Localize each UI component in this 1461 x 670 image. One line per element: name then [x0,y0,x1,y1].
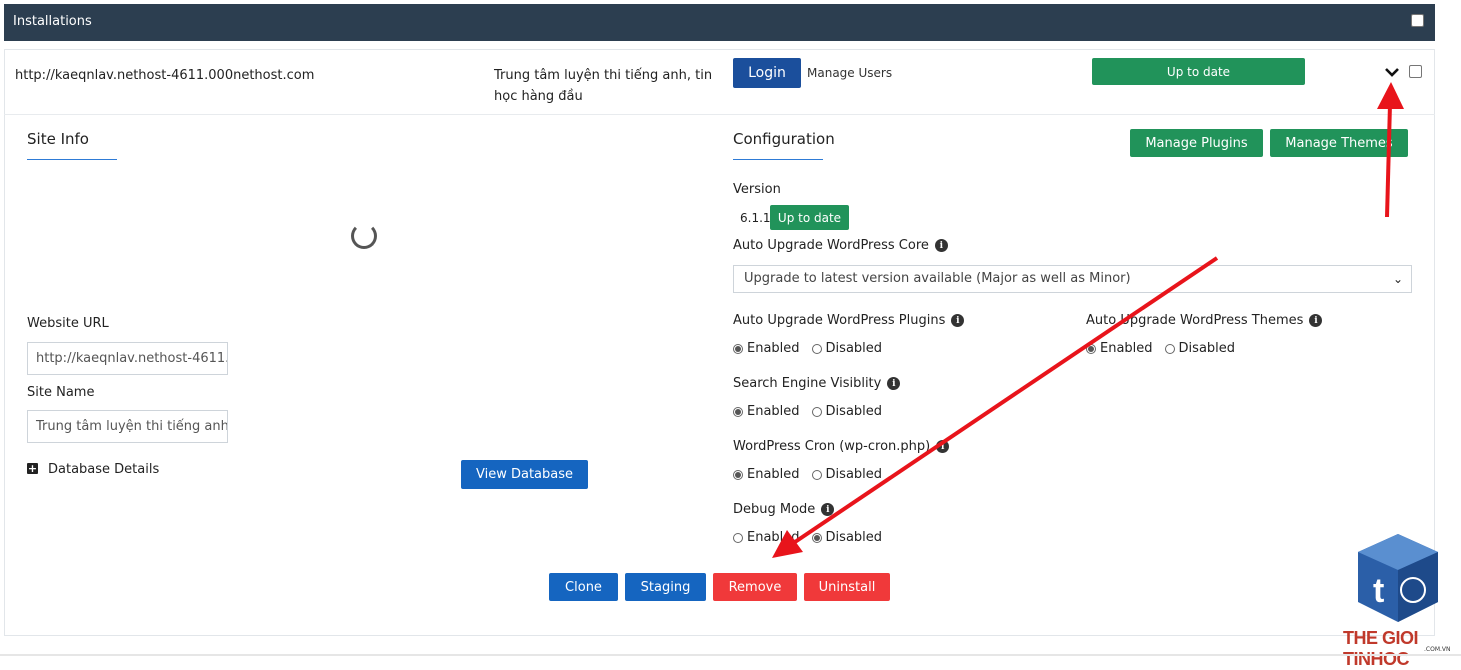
plugins-enabled-radio[interactable] [733,343,743,354]
configuration-title: Configuration [733,130,835,148]
svg-text:t: t [1373,572,1384,610]
search-engine-enabled-radio[interactable] [733,406,743,417]
version-status-badge: Up to date [770,205,849,230]
website-url-input[interactable]: http://kaeqnlav.nethost-4611.000nethost.… [27,342,228,375]
login-button[interactable]: Login [733,58,801,88]
auto-upgrade-core-selected: Upgrade to latest version available (Maj… [744,271,1131,286]
select-all-checkbox[interactable] [1411,14,1424,27]
row-divider [4,114,1435,115]
info-icon[interactable]: i [951,314,965,327]
auto-upgrade-plugins-label: Auto Upgrade WordPress Plugins i [733,313,965,328]
manage-themes-button[interactable]: Manage Themes [1270,129,1408,157]
enabled-label: Enabled [1100,341,1153,356]
auto-upgrade-themes-text: Auto Upgrade WordPress Themes [1086,313,1304,328]
site-info-underline [27,159,117,160]
wp-cron-radio-group: Enabled Disabled [733,467,882,482]
auto-upgrade-core-text: Auto Upgrade WordPress Core [733,238,929,253]
auto-upgrade-core-label: Auto Upgrade WordPress Core i [733,238,948,253]
themes-enabled-radio[interactable] [1086,343,1096,354]
auto-upgrade-themes-label: Auto Upgrade WordPress Themes i [1086,313,1323,328]
debug-mode-text: Debug Mode [733,502,816,517]
auto-upgrade-plugins-text: Auto Upgrade WordPress Plugins [733,313,946,328]
plugins-radio-group: Enabled Disabled [733,341,882,356]
installations-header: Installations [4,4,1435,41]
version-label: Version [733,182,781,197]
site-name-label: Site Name [27,385,95,400]
uninstall-button[interactable]: Uninstall [804,573,890,601]
enabled-label: Enabled [747,341,800,356]
install-description: Trung tâm luyện thi tiếng anh, tin học h… [494,68,713,104]
themes-disabled-radio[interactable] [1164,343,1175,354]
debug-enabled-radio[interactable] [733,532,743,543]
plugins-disabled-radio[interactable] [811,343,822,354]
disabled-label: Disabled [825,404,883,419]
database-details-toggle[interactable]: Database Details [48,462,159,477]
status-badge: Up to date [1092,58,1305,85]
install-url[interactable]: http://kaeqnlav.nethost-4611.000nethost.… [15,68,314,83]
wp-cron-label: WordPress Cron (wp-cron.php) i [733,439,950,454]
remove-button[interactable]: Remove [713,573,797,601]
info-icon[interactable]: i [1309,314,1323,327]
disabled-label: Disabled [825,530,883,545]
search-engine-label: Search Engine Visiblity i [733,376,901,391]
debug-mode-label: Debug Mode i [733,502,835,517]
enabled-label: Enabled [747,530,800,545]
disabled-label: Disabled [1178,341,1236,356]
site-name-input[interactable]: Trung tâm luyện thi tiếng anh, tin học h… [27,410,228,443]
info-icon[interactable]: i [934,239,948,252]
manage-users-link[interactable]: Manage Users [807,66,892,80]
install-checkbox[interactable] [1409,65,1422,78]
disabled-label: Disabled [825,341,883,356]
chevron-down-icon: ⌄ [1392,272,1403,286]
info-icon[interactable]: i [821,503,835,516]
chevron-down-icon[interactable] [1384,64,1400,78]
loading-spinner-icon [351,223,377,249]
view-database-button[interactable]: View Database [461,460,588,489]
wp-cron-enabled-radio[interactable] [733,469,743,480]
search-engine-radio-group: Enabled Disabled [733,404,882,419]
clone-button[interactable]: Clone [549,573,618,601]
disabled-label: Disabled [825,467,883,482]
search-engine-text: Search Engine Visiblity [733,376,882,391]
website-url-label: Website URL [27,316,109,331]
info-icon[interactable]: i [887,377,901,390]
site-info-title: Site Info [27,130,89,148]
configuration-underline [733,159,823,160]
debug-disabled-radio[interactable] [811,532,822,543]
plus-icon[interactable]: + [27,463,38,474]
search-engine-disabled-radio[interactable] [811,406,822,417]
manage-plugins-button[interactable]: Manage Plugins [1130,129,1263,157]
wp-cron-disabled-radio[interactable] [811,469,822,480]
themes-radio-group: Enabled Disabled [1086,341,1235,356]
enabled-label: Enabled [747,404,800,419]
auto-upgrade-core-select[interactable]: Upgrade to latest version available (Maj… [733,265,1412,293]
wp-cron-text: WordPress Cron (wp-cron.php) [733,439,931,454]
watermark-domain: .COM.VN [1424,646,1451,653]
info-icon[interactable]: i [936,440,950,453]
enabled-label: Enabled [747,467,800,482]
staging-button[interactable]: Staging [625,573,706,601]
version-value: 6.1.1 [740,211,771,225]
header-title: Installations [13,14,92,29]
debug-mode-radio-group: Enabled Disabled [733,530,882,545]
